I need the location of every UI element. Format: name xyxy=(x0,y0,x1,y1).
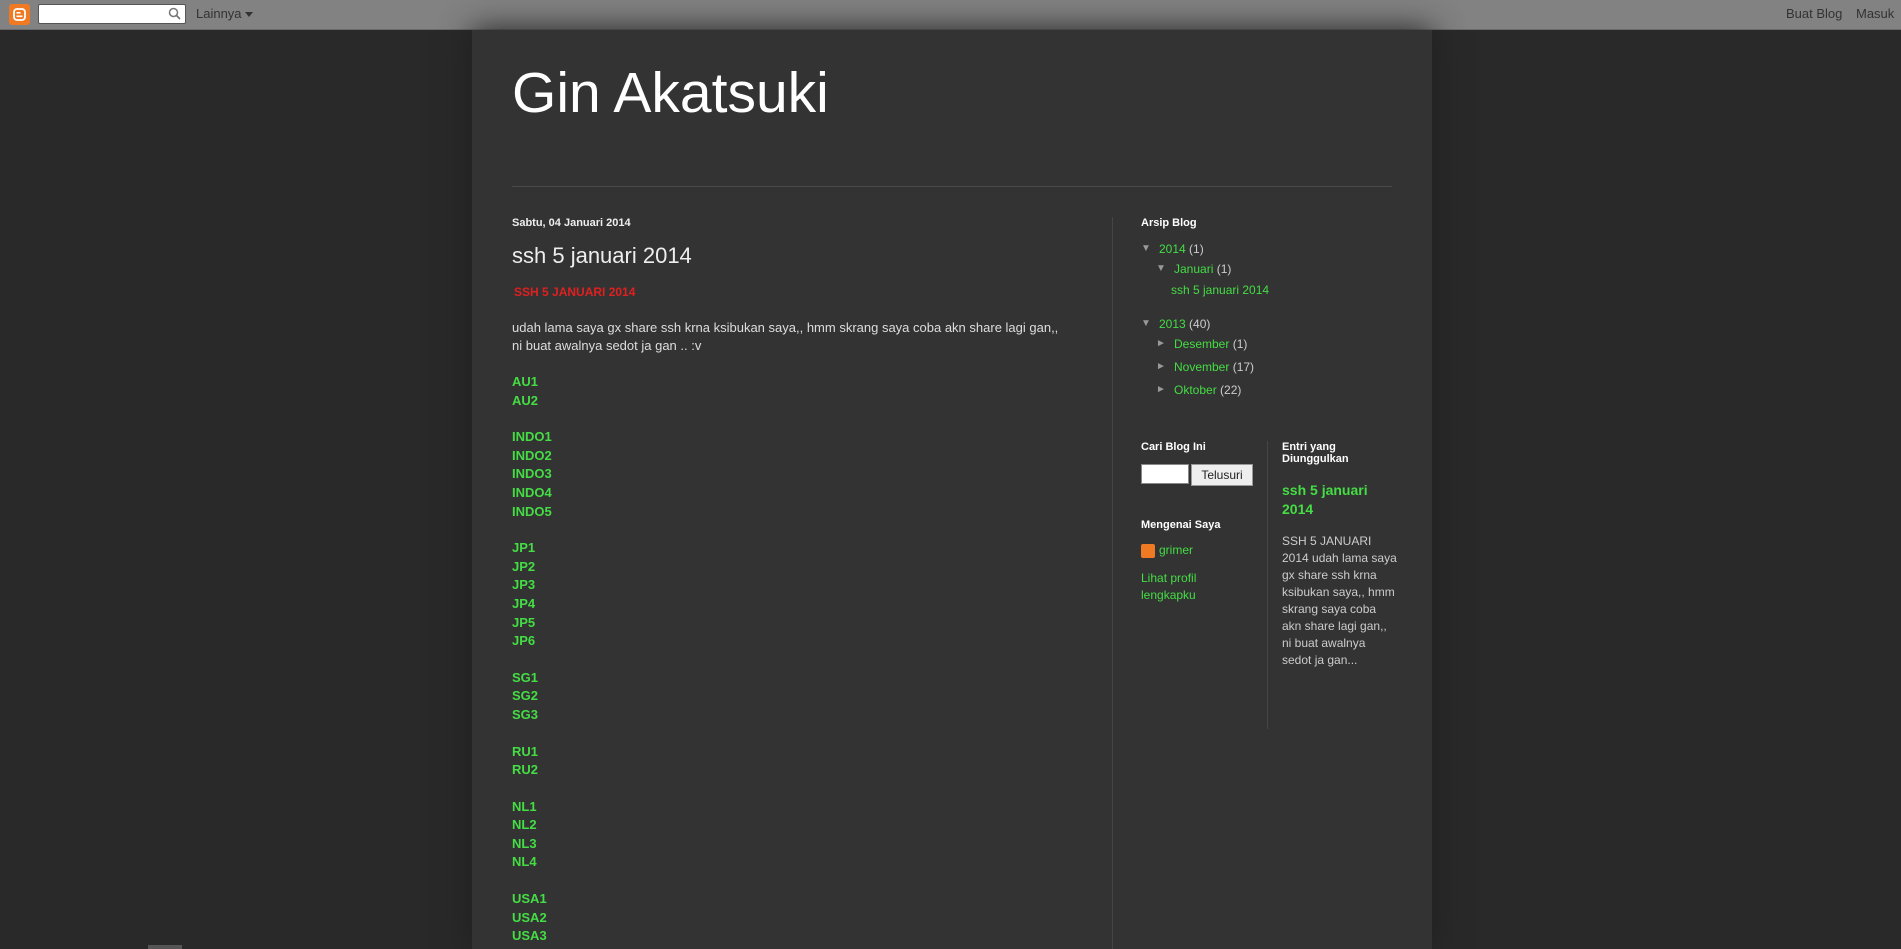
server-link[interactable]: AU1 xyxy=(512,373,1072,392)
archive-count: (40) xyxy=(1189,317,1211,331)
server-link[interactable]: JP2 xyxy=(512,558,1072,577)
search-icon[interactable] xyxy=(168,7,181,25)
sidebar-divider xyxy=(1267,441,1268,729)
server-link[interactable]: AU2 xyxy=(512,392,1072,411)
blogger-logo-icon[interactable] xyxy=(9,4,30,25)
server-link[interactable]: JP4 xyxy=(512,595,1072,614)
caret-down-icon xyxy=(244,12,253,18)
archive-post-item: ssh 5 januari 2014 xyxy=(1141,282,1401,302)
search-button[interactable]: Telusuri xyxy=(1191,464,1253,486)
sidebar-left-column: Cari Blog Ini Telusuri Mengenai Saya gri… xyxy=(1141,441,1271,604)
archive-year-2014: ▼ 2014 (1) xyxy=(1141,242,1401,262)
server-group: USA1 USA2 USA3 xyxy=(512,890,1072,946)
navbar-search-input[interactable] xyxy=(38,4,186,24)
server-link[interactable]: JP1 xyxy=(512,539,1072,558)
sign-in-link[interactable]: Masuk xyxy=(1856,6,1894,21)
archive-month-januari: ▼ Januari (1) xyxy=(1141,262,1401,282)
post-subtitle: SSH 5 JANUARI 2014 xyxy=(514,285,636,299)
expand-toggle-icon[interactable]: ► xyxy=(1156,384,1166,395)
server-link[interactable]: SG2 xyxy=(512,687,1072,706)
archive-year-link[interactable]: 2014 xyxy=(1159,242,1186,256)
archive-count: (22) xyxy=(1220,383,1242,397)
blog-title[interactable]: Gin Akatsuki xyxy=(512,60,829,126)
archive-month-link[interactable]: November xyxy=(1174,360,1229,374)
archive-post-link[interactable]: ssh 5 januari 2014 xyxy=(1171,283,1269,297)
archive-count: (1) xyxy=(1232,337,1248,351)
archive-month-oktober: ► Oktober (22) xyxy=(1141,383,1401,403)
archive-year-link[interactable]: 2013 xyxy=(1159,317,1186,331)
column-divider xyxy=(1112,217,1113,949)
popular-posts-widget: Entri yang Diunggulkan ssh 5 januari 201… xyxy=(1282,441,1397,669)
server-link[interactable]: JP5 xyxy=(512,614,1072,633)
view-profile-link[interactable]: Lihat profil lengkapku xyxy=(1141,570,1221,604)
server-group: RU1 RU2 xyxy=(512,743,1072,780)
horizontal-scrollbar[interactable] xyxy=(148,945,182,949)
server-link[interactable]: NL4 xyxy=(512,853,1072,872)
more-menu-label[interactable]: Lainnya xyxy=(196,6,242,21)
archive-count: (1) xyxy=(1189,242,1204,256)
blog-content: Gin Akatsuki Sabtu, 04 Januari 2014 ssh … xyxy=(472,30,1432,949)
header-divider xyxy=(512,186,1392,187)
server-group: NL1 NL2 NL3 NL4 xyxy=(512,798,1072,872)
post-body-text: udah lama saya gx share ssh krna ksibuka… xyxy=(512,320,1059,353)
expand-toggle-icon[interactable]: ► xyxy=(1156,338,1166,349)
server-group: INDO1 INDO2 INDO3 INDO4 INDO5 xyxy=(512,428,1072,521)
collapse-toggle-icon[interactable]: ▼ xyxy=(1156,263,1166,274)
server-group: AU1 AU2 xyxy=(512,373,1072,410)
server-link[interactable]: USA1 xyxy=(512,890,1072,909)
profile-row: grimer xyxy=(1141,543,1271,558)
server-group: SG1 SG2 SG3 xyxy=(512,669,1072,725)
server-link[interactable]: USA2 xyxy=(512,909,1072,928)
more-menu[interactable]: Lainnya xyxy=(196,6,253,21)
archive-year-2013: ▼ 2013 (40) xyxy=(1141,317,1401,337)
popular-post-link[interactable]: ssh 5 januari 2014 xyxy=(1282,481,1397,519)
server-link[interactable]: NL2 xyxy=(512,816,1072,835)
expand-toggle-icon[interactable]: ► xyxy=(1156,361,1166,372)
blog-search-input[interactable] xyxy=(1141,464,1189,484)
server-link[interactable]: NL1 xyxy=(512,798,1072,817)
archive-month-link[interactable]: Januari xyxy=(1174,262,1213,276)
blogger-profile-icon xyxy=(1141,543,1155,558)
server-link[interactable]: RU1 xyxy=(512,743,1072,762)
server-link[interactable]: NL3 xyxy=(512,835,1072,854)
server-link[interactable]: INDO3 xyxy=(512,465,1072,484)
server-link[interactable]: SG1 xyxy=(512,669,1072,688)
server-link[interactable]: RU2 xyxy=(512,761,1072,780)
collapse-toggle-icon[interactable]: ▼ xyxy=(1141,243,1151,254)
blogger-navbar: Lainnya Buat Blog Masuk xyxy=(0,0,1901,30)
archive-title: Arsip Blog xyxy=(1141,217,1197,229)
popular-posts-title: Entri yang Diunggulkan xyxy=(1282,441,1349,465)
blog-search-form: Telusuri xyxy=(1141,464,1271,486)
create-blog-link[interactable]: Buat Blog xyxy=(1786,6,1842,21)
archive-month-november: ► November (17) xyxy=(1141,360,1401,383)
post-title[interactable]: ssh 5 januari 2014 xyxy=(512,243,1072,269)
server-link[interactable]: INDO2 xyxy=(512,447,1072,466)
post-date: Sabtu, 04 Januari 2014 xyxy=(512,217,631,229)
archive-month-link[interactable]: Desember xyxy=(1174,337,1229,351)
collapse-toggle-icon[interactable]: ▼ xyxy=(1141,318,1151,329)
server-link[interactable]: INDO1 xyxy=(512,428,1072,447)
server-link[interactable]: JP3 xyxy=(512,576,1072,595)
popular-post-snippet: SSH 5 JANUARI 2014 udah lama saya gx sha… xyxy=(1282,534,1397,667)
server-group: JP1 JP2 JP3 JP4 JP5 JP6 xyxy=(512,539,1072,651)
blog-post: Sabtu, 04 Januari 2014 ssh 5 januari 201… xyxy=(512,217,1072,946)
server-link[interactable]: SG3 xyxy=(512,706,1072,725)
server-link[interactable]: INDO4 xyxy=(512,484,1072,503)
search-widget-title: Cari Blog Ini xyxy=(1141,441,1206,453)
archive-count: (17) xyxy=(1232,360,1255,374)
profile-name-link[interactable]: grimer xyxy=(1159,543,1193,557)
archive-count: (1) xyxy=(1216,262,1232,276)
archive-month-desember: ► Desember (1) xyxy=(1141,337,1401,360)
archive-month-link[interactable]: Oktober xyxy=(1174,383,1217,397)
server-link[interactable]: INDO5 xyxy=(512,503,1072,522)
server-link[interactable]: USA3 xyxy=(512,927,1072,946)
about-title: Mengenai Saya xyxy=(1141,519,1221,531)
blog-archive-widget: Arsip Blog ▼ 2014 (1) ▼ Januari (1) ssh … xyxy=(1141,217,1401,403)
server-link[interactable]: JP6 xyxy=(512,632,1072,651)
